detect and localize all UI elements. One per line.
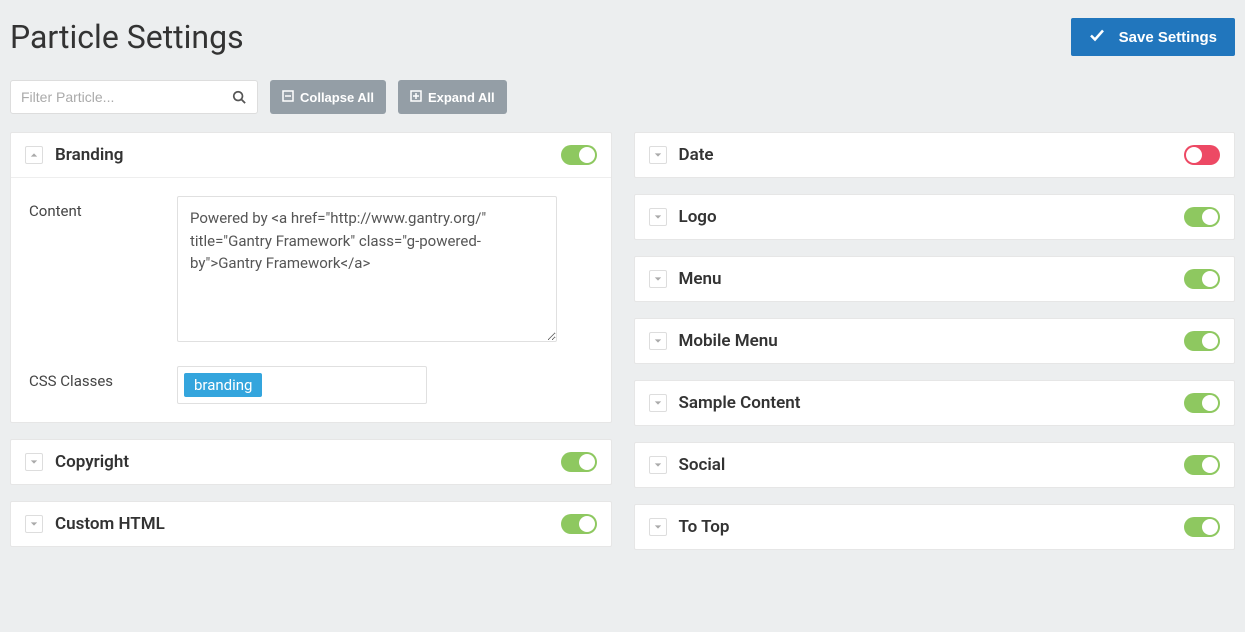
- collapse-toggle-copyright[interactable]: [25, 453, 43, 471]
- collapse-toggle-date[interactable]: [649, 146, 667, 164]
- chevron-down-icon: [654, 151, 662, 159]
- card-to-top: To Top: [634, 504, 1236, 550]
- toggle-custom-html[interactable]: [561, 514, 597, 534]
- collapse-toggle-logo[interactable]: [649, 208, 667, 226]
- card-title-to-top: To Top: [679, 517, 1173, 537]
- card-title-social: Social: [679, 455, 1173, 475]
- left-column: Branding Content CSS Classes: [10, 132, 612, 550]
- collapse-toggle-sample-content[interactable]: [649, 394, 667, 412]
- css-tag-branding[interactable]: branding: [184, 373, 262, 397]
- toggle-branding[interactable]: [561, 145, 597, 165]
- card-title-copyright: Copyright: [55, 452, 549, 472]
- collapse-toggle-menu[interactable]: [649, 270, 667, 288]
- card-social: Social: [634, 442, 1236, 488]
- chevron-down-icon: [30, 458, 38, 466]
- card-sample-content: Sample Content: [634, 380, 1236, 426]
- collapse-toggle-branding[interactable]: [25, 146, 43, 164]
- card-logo: Logo: [634, 194, 1236, 240]
- collapse-toggle-social[interactable]: [649, 456, 667, 474]
- collapse-all-label: Collapse All: [300, 90, 374, 105]
- chevron-down-icon: [654, 337, 662, 345]
- chevron-down-icon: [654, 213, 662, 221]
- check-icon: [1089, 27, 1105, 47]
- card-copyright: Copyright: [10, 439, 612, 485]
- chevron-down-icon: [30, 520, 38, 528]
- toggle-to-top[interactable]: [1184, 517, 1220, 537]
- toggle-social[interactable]: [1184, 455, 1220, 475]
- expand-icon: [410, 90, 422, 105]
- css-classes-label: CSS Classes: [29, 366, 177, 404]
- search-icon[interactable]: [221, 90, 257, 104]
- card-branding: Branding Content CSS Classes: [10, 132, 612, 423]
- card-title-branding: Branding: [55, 145, 549, 165]
- toggle-menu[interactable]: [1184, 269, 1220, 289]
- card-date: Date: [634, 132, 1236, 178]
- css-classes-input[interactable]: branding: [177, 366, 427, 404]
- page-title: Particle Settings: [10, 18, 244, 56]
- save-settings-label: Save Settings: [1119, 29, 1217, 46]
- card-title-menu: Menu: [679, 269, 1173, 289]
- toggle-copyright[interactable]: [561, 452, 597, 472]
- card-title-custom-html: Custom HTML: [55, 514, 549, 534]
- toggle-sample-content[interactable]: [1184, 393, 1220, 413]
- collapse-toggle-to-top[interactable]: [649, 518, 667, 536]
- content-label: Content: [29, 196, 177, 346]
- chevron-down-icon: [654, 275, 662, 283]
- expand-all-label: Expand All: [428, 90, 495, 105]
- card-menu: Menu: [634, 256, 1236, 302]
- filter-particle-input[interactable]: [11, 82, 221, 112]
- right-column: Date Logo Menu: [634, 132, 1236, 550]
- card-title-date: Date: [679, 145, 1173, 165]
- chevron-down-icon: [654, 399, 662, 407]
- toggle-mobile-menu[interactable]: [1184, 331, 1220, 351]
- card-title-sample-content: Sample Content: [679, 393, 1173, 413]
- card-mobile-menu: Mobile Menu: [634, 318, 1236, 364]
- save-settings-button[interactable]: Save Settings: [1071, 18, 1235, 56]
- card-title-mobile-menu: Mobile Menu: [679, 331, 1173, 351]
- card-custom-html: Custom HTML: [10, 501, 612, 547]
- collapse-toggle-custom-html[interactable]: [25, 515, 43, 533]
- collapse-icon: [282, 90, 294, 105]
- collapse-all-button[interactable]: Collapse All: [270, 80, 386, 114]
- toggle-logo[interactable]: [1184, 207, 1220, 227]
- chevron-down-icon: [654, 523, 662, 531]
- toggle-date[interactable]: [1184, 145, 1220, 165]
- filter-particle-wrap: [10, 80, 258, 114]
- chevron-up-icon: [30, 151, 38, 159]
- card-title-logo: Logo: [679, 207, 1173, 227]
- expand-all-button[interactable]: Expand All: [398, 80, 507, 114]
- chevron-down-icon: [654, 461, 662, 469]
- collapse-toggle-mobile-menu[interactable]: [649, 332, 667, 350]
- content-textarea[interactable]: [177, 196, 557, 342]
